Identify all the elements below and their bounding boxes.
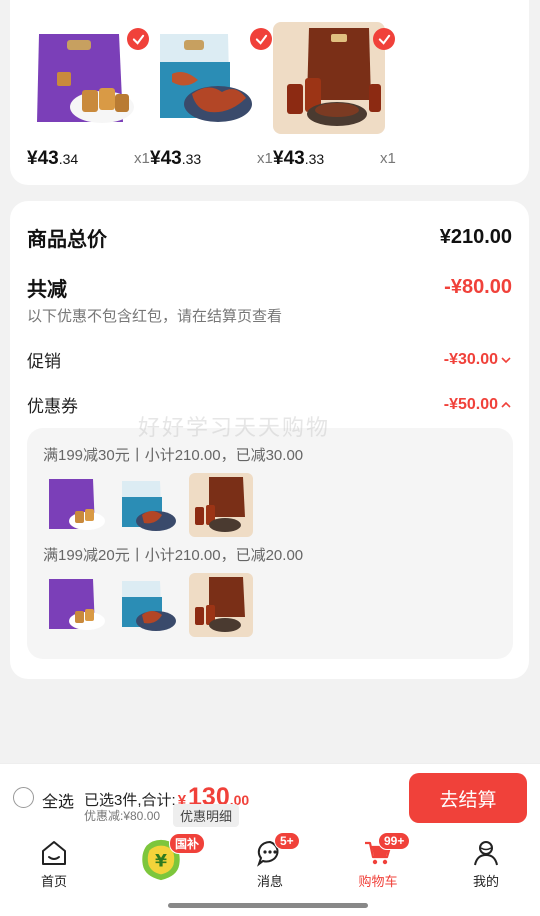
checkbox-checked-icon[interactable] [373, 28, 395, 50]
product-thumbnail [43, 473, 107, 537]
product-thumbnail [189, 573, 253, 637]
tab-profile[interactable]: 我的 [446, 830, 526, 890]
watermark-text: 好好学习天天购物 [138, 415, 331, 440]
product-thumbnail [116, 573, 180, 637]
profile-icon [474, 841, 498, 866]
tab-label: 消息 [256, 874, 283, 889]
promotion-label: 促销 [27, 352, 61, 371]
total-reduce-label: 共减 [27, 279, 67, 301]
promotion-row[interactable]: 促销 -¥30.00 [27, 347, 512, 372]
product-image[interactable] [27, 22, 139, 134]
home-icon [42, 841, 66, 865]
tab-home[interactable]: 首页 [14, 830, 94, 890]
promotion-group-title: 满199减30元丨小计210.00，已减30.00 [43, 447, 304, 464]
select-all-radio[interactable] [13, 787, 34, 808]
total-price-label: 商品总价 [27, 229, 107, 251]
coupon-value: -¥50.00 [443, 395, 498, 413]
reduce-note: 以下优惠不包含红包，请在结算页查看 [27, 308, 283, 325]
tab-cart[interactable]: 购物车 99+ [338, 830, 418, 890]
checkout-bar: 全选 已选3件,合计: ¥ 130 .00 优惠减:¥80.00 优惠明细 去结… [0, 763, 540, 830]
product-image[interactable] [150, 22, 262, 134]
cart-badge: 99+ [378, 832, 411, 850]
product-price: ¥43.34 [27, 148, 79, 169]
total-reduce-row: 共减 -¥80.00 [27, 273, 512, 302]
home-indicator [168, 903, 368, 908]
product-thumbnail [189, 473, 253, 537]
checkbox-checked-icon[interactable] [127, 28, 149, 50]
subsidy-badge: 国补 [169, 833, 206, 854]
message-badge: 5+ [274, 832, 300, 850]
tab-subsidy[interactable]: ¥ 国补 [121, 830, 206, 890]
product-image[interactable] [273, 22, 385, 134]
coupon-label: 优惠券 [27, 397, 78, 416]
product-quantity: x1 [257, 150, 273, 167]
selected-products-card: ¥43.34 x1 ¥43.33 x1 ¥43.33 x1 [10, 0, 529, 185]
checkout-button[interactable]: 去结算 [409, 773, 527, 823]
chevron-down-icon[interactable] [500, 354, 512, 366]
select-all-label[interactable]: 全选 [42, 788, 74, 812]
product-price: ¥43.33 [273, 148, 325, 169]
product-quantity: x1 [380, 150, 396, 167]
checkbox-checked-icon[interactable] [250, 28, 272, 50]
total-reduce-value: -¥80.00 [444, 276, 512, 298]
promotion-detail-box: 满199减30元丨小计210.00，已减30.00 满199减20元丨小计210… [27, 428, 513, 659]
tab-messages[interactable]: 消息 5+ [230, 830, 310, 890]
chevron-up-icon[interactable] [500, 399, 512, 411]
promotion-value: -¥30.00 [443, 350, 498, 368]
tab-label: 首页 [40, 874, 67, 889]
total-price-row: 商品总价 ¥210.00 [27, 223, 512, 252]
product-thumbnail [43, 573, 107, 637]
promotion-group-title: 满199减20元丨小计210.00，已减20.00 [43, 547, 304, 564]
tab-label: 购物车 [358, 874, 398, 889]
product-quantity: x1 [134, 150, 150, 167]
svg-text:¥: ¥ [155, 852, 167, 872]
tab-label: 我的 [472, 874, 499, 889]
discount-detail-button[interactable]: 优惠明细 [173, 804, 240, 827]
discount-text: 优惠减:¥80.00 [84, 809, 161, 823]
product-thumbnail [116, 473, 180, 537]
product-price: ¥43.33 [150, 148, 202, 169]
total-price-value: ¥210.00 [439, 226, 512, 248]
